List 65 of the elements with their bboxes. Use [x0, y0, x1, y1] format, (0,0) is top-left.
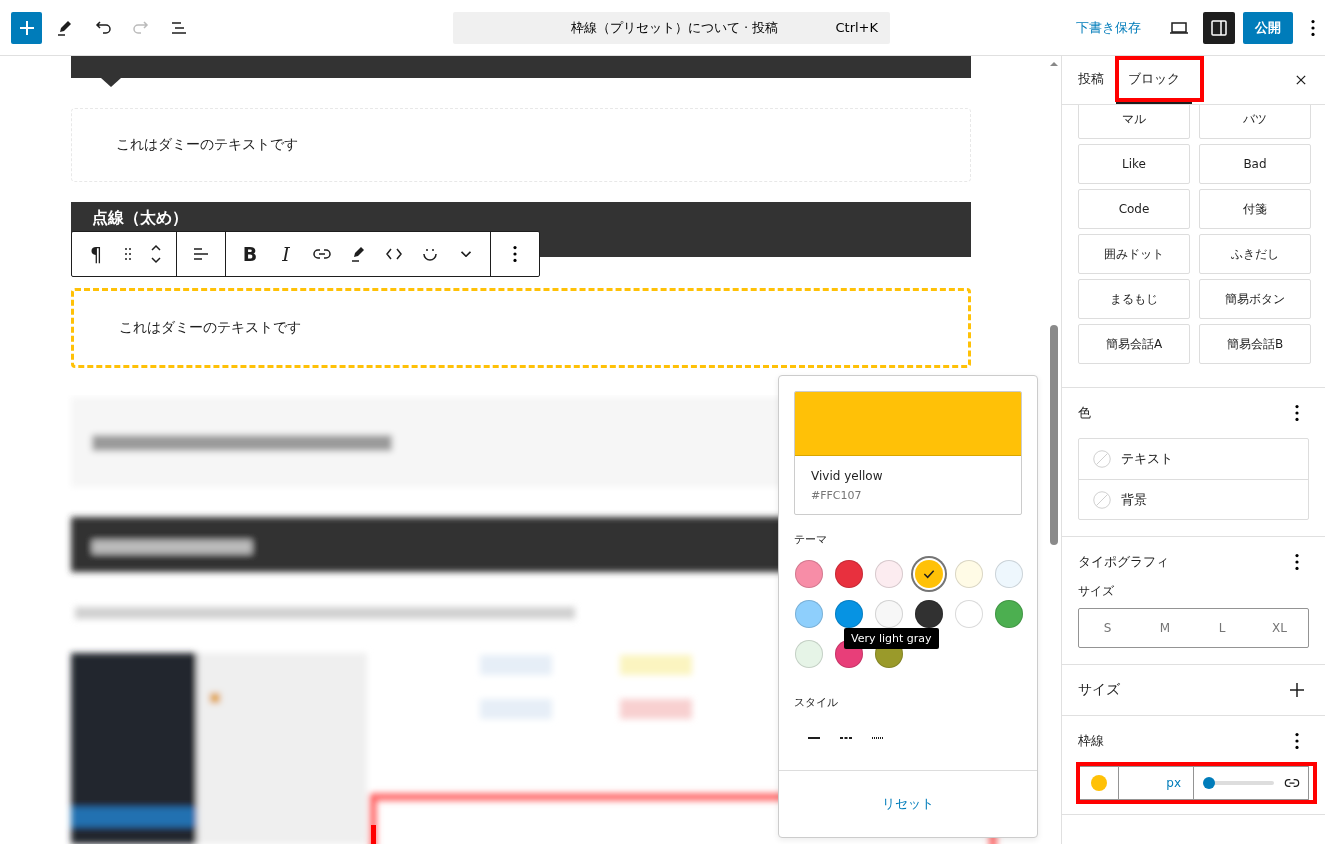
save-draft-link[interactable]: 下書き保存 [1076, 18, 1142, 37]
reset-button[interactable]: リセット [874, 791, 942, 817]
color-setting[interactable]: テキスト [1079, 439, 1308, 479]
color-swatch[interactable] [875, 560, 903, 588]
color-swatch[interactable] [915, 600, 943, 628]
no-color-icon [1091, 448, 1113, 470]
style-button[interactable]: 簡易会話A [1078, 324, 1190, 364]
kebab-icon [1295, 554, 1299, 570]
size-option[interactable]: M [1136, 609, 1194, 647]
style-button[interactable]: 簡易会話B [1199, 324, 1311, 364]
color-swatch[interactable] [795, 640, 823, 668]
color-hex: #FFC107 [810, 488, 863, 504]
size-option[interactable]: XL [1250, 609, 1308, 647]
color-swatch[interactable] [795, 560, 823, 588]
field-label: サイズ [1078, 583, 1115, 600]
color-swatch[interactable] [995, 560, 1023, 588]
style-button[interactable]: 簡易ボタン [1199, 279, 1311, 319]
paragraph-text: これはダミーのテキストです [119, 319, 301, 337]
panel-title: サイズ [1078, 681, 1120, 699]
color-swatch[interactable] [995, 600, 1023, 628]
panel-title: タイポグラフィ [1078, 553, 1169, 571]
section-label: テーマ [794, 532, 828, 547]
size-option[interactable]: S [1079, 609, 1137, 647]
style-button[interactable]: 付箋 [1199, 189, 1311, 229]
style-button[interactable]: まるもじ [1078, 279, 1190, 319]
tooltip: Very light gray [844, 628, 939, 649]
style-button[interactable]: マル [1078, 105, 1190, 139]
dotted-line-icon [871, 737, 885, 739]
color-swatch[interactable] [915, 560, 943, 588]
panel-title: 色 [1078, 404, 1091, 422]
color-swatch[interactable] [835, 600, 863, 628]
color-swatch[interactable] [955, 600, 983, 628]
kebab-icon [513, 246, 517, 262]
style-button[interactable]: Code [1078, 189, 1190, 229]
size-option[interactable]: L [1193, 609, 1251, 647]
panel-title: 枠線 [1078, 732, 1104, 750]
publish-button[interactable]: 公開 [1243, 11, 1294, 44]
color-setting[interactable]: 背景 [1079, 479, 1308, 519]
section-label: スタイル [794, 695, 839, 710]
add-block-button[interactable] [11, 11, 43, 44]
color-name: Vivid yellow [810, 468, 884, 483]
color-swatch[interactable] [835, 560, 863, 588]
color-swatch[interactable] [795, 600, 823, 628]
drag-icon [125, 248, 131, 260]
scrollbar-thumb[interactable] [1050, 325, 1058, 545]
kebab-icon [1295, 733, 1299, 749]
style-button[interactable]: 囲みドット [1078, 234, 1190, 274]
style-button[interactable]: Like [1078, 144, 1190, 184]
style-button[interactable]: Bad [1199, 144, 1311, 184]
color-swatch[interactable] [875, 600, 903, 628]
command-search[interactable]: 枠線（プリセット）について · 投稿 Ctrl+K [453, 11, 891, 44]
color-swatch[interactable] [955, 560, 983, 588]
heading-pointer [101, 78, 121, 87]
paragraph-text: これはダミーのテキストです [116, 136, 298, 154]
style-button[interactable]: ふきだし [1199, 234, 1311, 274]
settings-toggle[interactable] [1203, 11, 1236, 44]
scroll-up-icon[interactable] [1050, 62, 1058, 66]
kebab-icon [1295, 405, 1299, 421]
no-color-icon [1091, 488, 1113, 511]
kebab-icon [1311, 19, 1316, 36]
sidebar-tab[interactable]: 投稿 [1066, 56, 1116, 104]
style-button[interactable]: バツ [1199, 105, 1311, 139]
chevron-down-icon [461, 251, 471, 257]
dashed-line-icon [839, 737, 853, 739]
solid-line-icon [807, 737, 821, 739]
